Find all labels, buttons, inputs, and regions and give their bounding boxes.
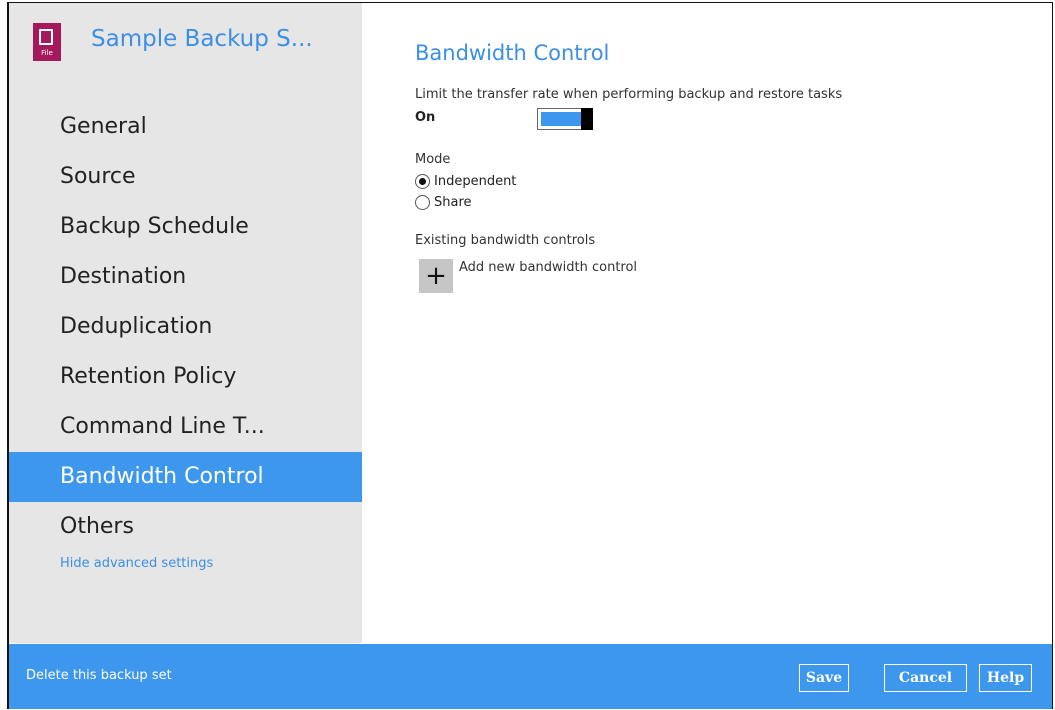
bandwidth-description: Limit the transfer rate when performing … <box>415 87 843 102</box>
sidebar-item-retention-policy[interactable]: Retention Policy <box>9 352 362 402</box>
hide-advanced-settings-link[interactable]: Hide advanced settings <box>60 556 213 571</box>
backup-set-title: Sample Backup S... <box>91 26 313 52</box>
footer-bar: Delete this backup set Save Cancel Help <box>9 644 1052 709</box>
sidebar-item-destination[interactable]: Destination <box>9 252 362 302</box>
add-bandwidth-control-button[interactable]: + <box>419 259 453 293</box>
sidebar-item-others[interactable]: Others <box>9 502 362 552</box>
backup-set-header: File Sample Backup S... <box>33 23 353 63</box>
sidebar-item-deduplication[interactable]: Deduplication <box>9 302 362 352</box>
sidebar-item-command-line-tool[interactable]: Command Line T... <box>9 402 362 452</box>
radio-dot <box>419 177 426 185</box>
file-icon-tag: File <box>41 49 53 57</box>
sidebar: File Sample Backup S... General Source B… <box>9 3 362 643</box>
sidebar-item-backup-schedule[interactable]: Backup Schedule <box>9 202 362 252</box>
sidebar-item-bandwidth-control[interactable]: Bandwidth Control <box>9 452 362 502</box>
existing-controls-label: Existing bandwidth controls <box>415 233 596 248</box>
toggle-state-label: On <box>415 110 436 125</box>
file-icon: File <box>33 23 61 61</box>
save-button[interactable]: Save <box>799 664 849 692</box>
mode-label: Mode <box>415 152 451 167</box>
radio-selected-icon[interactable] <box>415 173 430 189</box>
cancel-button[interactable]: Cancel <box>884 664 967 692</box>
delete-backup-set-link[interactable]: Delete this backup set <box>26 668 172 683</box>
toggle-fill <box>541 112 581 126</box>
main-panel: Bandwidth Control Limit the transfer rat… <box>362 3 1052 643</box>
bandwidth-toggle[interactable] <box>537 108 593 130</box>
add-bandwidth-control-label[interactable]: Add new bandwidth control <box>459 260 637 275</box>
sidebar-item-source[interactable]: Source <box>9 152 362 202</box>
settings-nav: General Source Backup Schedule Destinati… <box>9 102 362 552</box>
help-button[interactable]: Help <box>979 664 1032 692</box>
mode-option-share[interactable]: Share <box>415 193 472 211</box>
sidebar-item-general[interactable]: General <box>9 102 362 152</box>
mode-option-label: Independent <box>434 173 517 189</box>
radio-unselected-icon[interactable] <box>415 194 430 210</box>
file-page-glyph <box>39 29 53 45</box>
mode-option-label: Share <box>434 194 472 210</box>
mode-option-independent[interactable]: Independent <box>415 172 516 190</box>
backup-settings-window: File Sample Backup S... General Source B… <box>7 2 1053 709</box>
toggle-knob <box>581 108 593 130</box>
page-title: Bandwidth Control <box>415 41 610 65</box>
